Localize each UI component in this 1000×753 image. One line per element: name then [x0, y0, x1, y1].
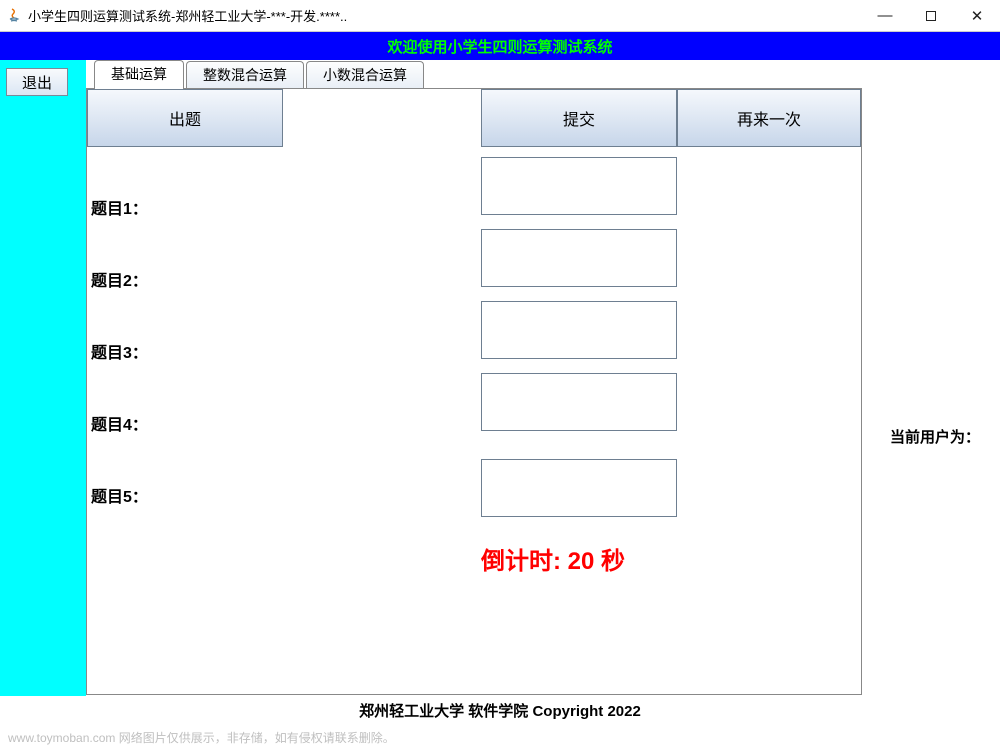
countdown-label: 倒计时: 20 秒: [481, 541, 625, 576]
exit-button[interactable]: 退出: [6, 68, 68, 96]
answer-4-input[interactable]: [481, 373, 677, 431]
watermark: www.toymoban.com 网络图片仅供展示，非存储，如有侵权请联系删除。: [0, 724, 1000, 750]
current-user-label: 当前用户为：: [890, 426, 996, 447]
question-5-label: 题目5：: [91, 483, 148, 507]
submit-button[interactable]: 提交: [481, 89, 677, 147]
window-titlebar: 小学生四则运算测试系统-郑州轻工业大学-***-开发.****.. — ✕: [0, 0, 1000, 32]
sidebar: 退出: [0, 60, 86, 696]
tab-strip: 基础运算 整数混合运算 小数混合运算: [86, 60, 1000, 88]
countdown-suffix: 秒: [594, 548, 625, 575]
maximize-button[interactable]: [908, 1, 954, 31]
tab-decimal-mixed[interactable]: 小数混合运算: [306, 61, 424, 89]
tab-panel-basic: 出题 提交 再来一次 题目1： 题目2： 题目3： 题目4： 题目5： 倒计时:…: [86, 88, 862, 695]
answer-1-input[interactable]: [481, 157, 677, 215]
main-area: 退出 基础运算 整数混合运算 小数混合运算 出题 提交 再来一次 题目1： 题目…: [0, 60, 1000, 696]
minimize-button[interactable]: —: [862, 1, 908, 31]
content-area: 基础运算 整数混合运算 小数混合运算 出题 提交 再来一次 题目1： 题目2： …: [86, 60, 1000, 696]
again-button[interactable]: 再来一次: [677, 89, 861, 147]
answer-3-input[interactable]: [481, 301, 677, 359]
footer-text: 郑州轻工业大学 软件学院 Copyright 2022: [359, 700, 641, 721]
window-controls: — ✕: [862, 1, 1000, 31]
question-1-label: 题目1：: [91, 195, 148, 219]
answer-2-input[interactable]: [481, 229, 677, 287]
window-title: 小学生四则运算测试系统-郑州轻工业大学-***-开发.****..: [28, 6, 862, 25]
countdown-value: 20: [568, 548, 595, 575]
tab-basic[interactable]: 基础运算: [94, 60, 184, 89]
generate-button[interactable]: 出题: [87, 89, 283, 147]
maximize-icon: [926, 11, 936, 21]
welcome-banner: 欢迎使用小学生四则运算测试系统: [0, 32, 1000, 60]
tab-integer-mixed[interactable]: 整数混合运算: [186, 61, 304, 89]
question-3-label: 题目3：: [91, 339, 148, 363]
countdown-prefix: 倒计时:: [481, 548, 568, 575]
footer: 郑州轻工业大学 软件学院 Copyright 2022: [0, 696, 1000, 724]
question-4-label: 题目4：: [91, 411, 148, 435]
java-icon: [6, 8, 22, 24]
question-2-label: 题目2：: [91, 267, 148, 291]
answer-5-input[interactable]: [481, 459, 677, 517]
watermark-text: www.toymoban.com 网络图片仅供展示，非存储，如有侵权请联系删除。: [8, 729, 395, 746]
close-button[interactable]: ✕: [954, 1, 1000, 31]
banner-text: 欢迎使用小学生四则运算测试系统: [387, 36, 612, 57]
